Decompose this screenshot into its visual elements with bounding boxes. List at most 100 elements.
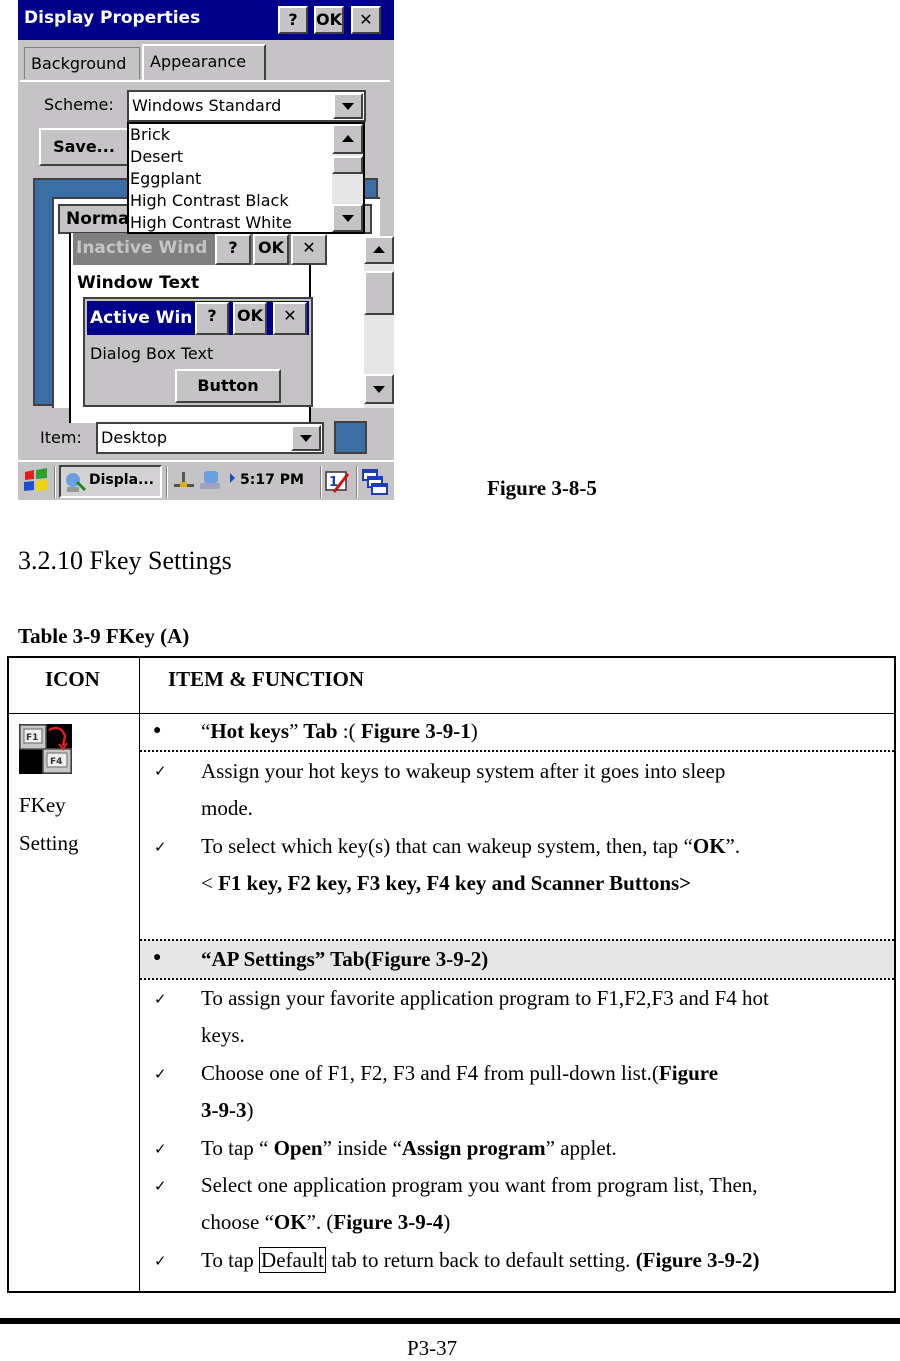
preview-help-button: ? <box>215 234 251 265</box>
dropdown-scrollbar[interactable] <box>332 124 363 232</box>
check-icon: ✓ <box>154 1254 167 1270</box>
display-properties-screenshot: Display Properties ? OK ✕ Background App… <box>18 0 394 500</box>
preview-inactive-window: Inactive Wind ? OK ✕ Window Text Active … <box>69 233 327 423</box>
scroll-up-button[interactable] <box>332 124 363 154</box>
taskbar-display-button[interactable]: Displa... <box>59 465 162 498</box>
preview-scroll-down[interactable] <box>364 374 394 404</box>
arrow-up-icon <box>341 135 354 142</box>
scheme-option[interactable]: Desert <box>129 146 363 168</box>
ap-item: To tap Default tab to return back to def… <box>201 1247 760 1273</box>
title-bar: Display Properties ? OK ✕ <box>18 0 394 40</box>
ap-item: Choose one of F1, F2, F3 and F4 from pul… <box>201 1061 719 1122</box>
preview-active-ok: OK <box>233 302 267 335</box>
preview-button: Button <box>175 369 281 403</box>
fkey-table: ICON ITEM & FUNCTION F1 F4 FKey Setting … <box>7 656 896 1293</box>
item-value: Desktop <box>101 428 167 447</box>
taskbar-separator <box>320 466 322 498</box>
icon-label-line2: Setting <box>19 831 79 855</box>
preview-inactive-titlebar: Inactive Wind ? OK ✕ <box>73 233 327 265</box>
preview-dialog-text: Dialog Box Text <box>90 344 214 363</box>
preview-ok-button: OK <box>253 234 289 265</box>
scheme-select[interactable]: Windows Standard <box>127 90 366 122</box>
preview-active-title: Active Win <box>90 308 193 328</box>
taskbar-clock[interactable]: 5:17 PM <box>240 472 304 488</box>
hotkeys-heading: “Hot keys” Tab :( Figure 3-9-1) <box>201 719 478 743</box>
scheme-dropdown-list: Brick Desert Eggplant High Contrast Blac… <box>127 122 365 234</box>
item-label: Item: <box>40 428 82 447</box>
check-icon: ✓ <box>154 1142 167 1158</box>
tab-panel-border <box>20 80 390 82</box>
scroll-down-button[interactable] <box>332 204 363 232</box>
scheme-option[interactable]: High Contrast Black <box>129 190 363 212</box>
header-icon: ICON <box>45 667 100 691</box>
ap-settings-heading: “AP Settings” Tab(Figure 3-9-2) <box>201 947 489 971</box>
scheme-option[interactable]: Eggplant <box>129 168 363 190</box>
preview-active-titlebar: Active Win ? OK ✕ <box>87 301 309 335</box>
item-select[interactable]: Desktop <box>96 422 324 454</box>
dashed-divider <box>140 750 894 752</box>
arrow-down-icon <box>341 215 354 222</box>
fkey-icon: F1 F4 <box>19 724 72 774</box>
chevron-down-icon <box>300 435 312 442</box>
taskbar-separator <box>166 466 168 498</box>
preview-close-button: ✕ <box>291 234 327 265</box>
ap-item: To tap “ Open” inside “Assign program” a… <box>201 1136 617 1160</box>
bullet-icon: ● <box>153 950 162 965</box>
ap-item: To assign your favorite application prog… <box>201 986 769 1047</box>
window-title: Display Properties <box>24 8 201 28</box>
close-button[interactable]: ✕ <box>351 6 381 34</box>
chevron-down-icon <box>342 103 354 110</box>
table-caption: Table 3-9 FKey (A) <box>18 624 190 648</box>
header-item-function: ITEM & FUNCTION <box>168 667 365 691</box>
taskbar-separator <box>54 466 56 498</box>
check-icon: ✓ <box>154 992 167 1008</box>
section-title: 3.2.10 Fkey Settings <box>18 546 232 575</box>
display-properties-icon <box>66 473 87 492</box>
scheme-value: Windows Standard <box>132 96 282 115</box>
preview-active-help: ? <box>195 302 229 335</box>
input-panel-icon[interactable]: 1 <box>324 468 352 496</box>
hotkeys-item: Assign your hot keys to wakeup system af… <box>201 759 726 820</box>
check-icon: ✓ <box>154 840 167 856</box>
svg-text:F4: F4 <box>50 757 62 767</box>
scheme-label: Scheme: <box>44 95 114 114</box>
preview-scroll-thumb[interactable] <box>364 271 394 315</box>
switch-windows-icon[interactable] <box>361 468 389 496</box>
scheme-option[interactable]: High Contrast White <box>129 212 363 234</box>
item-dropdown-button[interactable] <box>291 425 321 451</box>
page-number: P3-37 <box>407 1336 458 1360</box>
hotkeys-item: To select which key(s) that can wakeup s… <box>201 834 741 895</box>
check-icon: ✓ <box>154 1179 167 1195</box>
ok-button[interactable]: OK <box>314 6 344 34</box>
check-icon: ✓ <box>154 764 167 780</box>
preview-window-text: Window Text <box>77 273 200 293</box>
svg-text:F1: F1 <box>26 733 38 743</box>
figure-caption: Figure 3-8-5 <box>487 476 597 500</box>
tab-background[interactable]: Background <box>24 47 140 79</box>
preview-scroll-up[interactable] <box>364 236 394 264</box>
help-button[interactable]: ? <box>278 6 308 34</box>
connection-icon[interactable] <box>198 469 226 493</box>
check-icon: ✓ <box>154 1067 167 1083</box>
tab-appearance[interactable]: Appearance <box>142 44 266 81</box>
scheme-option[interactable]: Brick <box>129 124 363 146</box>
scheme-dropdown-button[interactable] <box>333 93 363 119</box>
preview-active-close: ✕ <box>273 302 307 335</box>
icon-label-line1: FKey <box>19 793 66 817</box>
windows-start-icon[interactable] <box>23 468 49 494</box>
network-icon[interactable] <box>172 470 196 492</box>
arrow-up-icon <box>373 246 385 253</box>
taskbar: Displa... 5:17 PM 1 <box>18 460 394 500</box>
footer-rule <box>0 1318 900 1324</box>
taskbar-task-label: Displa... <box>89 472 154 488</box>
arrow-down-icon <box>373 386 385 393</box>
scroll-thumb[interactable] <box>332 156 363 174</box>
expand-tray-icon[interactable] <box>230 473 235 483</box>
save-button[interactable]: Save... <box>39 128 129 166</box>
item-color-swatch[interactable] <box>334 421 367 454</box>
taskbar-separator <box>356 466 358 498</box>
preview-inactive-title: Inactive Wind <box>76 238 208 258</box>
preview-scrollbar[interactable] <box>364 236 394 408</box>
ap-item: Select one application program you want … <box>201 1173 758 1234</box>
bullet-icon: ● <box>153 723 162 738</box>
